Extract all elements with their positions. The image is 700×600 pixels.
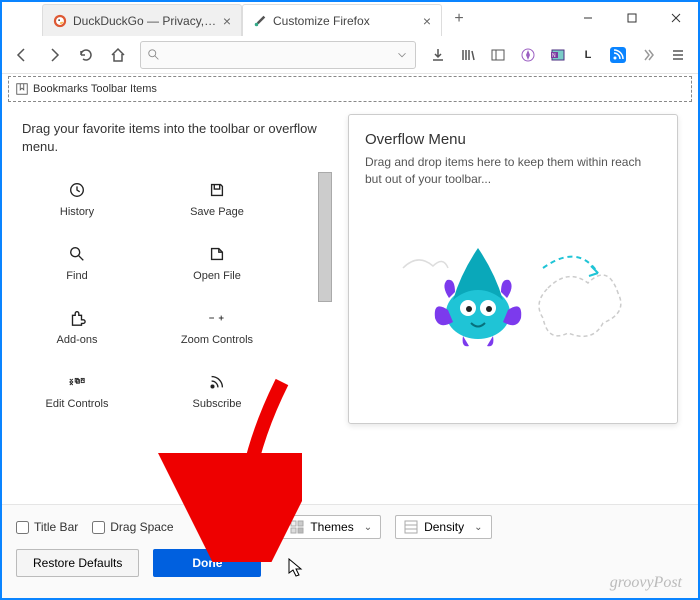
close-icon[interactable]: × xyxy=(223,13,231,29)
scrollbar[interactable] xyxy=(318,172,332,302)
overflow-title: Overflow Menu xyxy=(365,131,661,148)
reload-button[interactable] xyxy=(72,41,100,69)
history-icon xyxy=(67,180,87,200)
svg-text:N: N xyxy=(552,53,556,59)
rss-icon[interactable] xyxy=(604,41,632,69)
duck-icon xyxy=(53,14,67,28)
item-zoom[interactable]: Zoom Controls xyxy=(162,300,272,354)
titlebar-checkbox[interactable]: Title Bar xyxy=(16,520,78,534)
item-subscribe[interactable]: Subscribe xyxy=(162,364,272,418)
save-icon xyxy=(207,180,227,200)
forward-button[interactable] xyxy=(40,41,68,69)
downloads-button[interactable] xyxy=(424,41,452,69)
maximize-button[interactable] xyxy=(610,2,654,34)
close-icon[interactable]: × xyxy=(423,13,431,29)
density-icon xyxy=(404,520,418,534)
menu-button[interactable] xyxy=(664,41,692,69)
url-bar[interactable] xyxy=(140,41,416,69)
back-button[interactable] xyxy=(8,41,36,69)
available-items-pane: Drag your favorite items into the toolba… xyxy=(2,102,342,532)
chevron-down-icon: ⌄ xyxy=(474,522,482,533)
bottom-bar: Title Bar Drag Space bars⌄ Themes⌄ Densi… xyxy=(2,504,698,598)
library-button[interactable] xyxy=(454,41,482,69)
window-controls xyxy=(566,2,698,36)
puzzle-icon xyxy=(67,308,87,328)
themes-dropdown[interactable]: Themes⌄ xyxy=(281,515,381,539)
search-icon xyxy=(67,244,87,264)
instruction-text: Drag your favorite items into the toolba… xyxy=(22,120,332,156)
restore-defaults-button[interactable]: Restore Defaults xyxy=(16,549,139,577)
nav-toolbar: N L xyxy=(2,36,698,74)
edit-icon xyxy=(67,372,87,392)
toolbars-dropdown[interactable]: bars⌄ xyxy=(208,515,268,539)
cursor-icon xyxy=(288,558,304,578)
open-file-icon xyxy=(207,244,227,264)
chevron-down-icon: ⌄ xyxy=(364,522,372,533)
density-dropdown[interactable]: Density⌄ xyxy=(395,515,491,539)
swatch-icon xyxy=(290,520,304,534)
chevron-down-icon: ⌄ xyxy=(250,522,258,533)
extension-icon[interactable] xyxy=(514,41,542,69)
brush-icon xyxy=(253,14,267,28)
tab-customize[interactable]: Customize Firefox × xyxy=(242,4,442,36)
onenote-icon[interactable]: N xyxy=(544,41,572,69)
lastpass-icon[interactable]: L xyxy=(574,41,602,69)
item-save-page[interactable]: Save Page xyxy=(162,172,272,226)
item-history[interactable]: History xyxy=(22,172,132,226)
titlebar: DuckDuckGo — Privacy, sim × Customize Fi… xyxy=(2,2,698,36)
rss-icon xyxy=(207,372,227,392)
chevron-down-icon[interactable] xyxy=(395,48,409,62)
overflow-description: Drag and drop items here to keep them wi… xyxy=(365,154,661,188)
tab-strip: DuckDuckGo — Privacy, sim × Customize Fi… xyxy=(2,2,566,36)
tab-label: DuckDuckGo — Privacy, sim xyxy=(73,14,217,28)
bookmarks-label: Bookmarks Toolbar Items xyxy=(33,83,157,95)
overflow-chevron-icon[interactable] xyxy=(634,41,662,69)
item-find[interactable]: Find xyxy=(22,236,132,290)
item-open-file[interactable]: Open File xyxy=(162,236,272,290)
item-edit-controls[interactable]: Edit Controls xyxy=(22,364,132,418)
overflow-menu-panel[interactable]: Overflow Menu Drag and drop items here t… xyxy=(348,114,678,424)
customize-main: Drag your favorite items into the toolba… xyxy=(2,102,698,532)
item-addons[interactable]: Add-ons xyxy=(22,300,132,354)
done-button[interactable]: Done xyxy=(153,549,261,577)
tab-label: Customize Firefox xyxy=(273,14,417,28)
overflow-illustration xyxy=(365,218,661,358)
minimize-button[interactable] xyxy=(566,2,610,34)
new-tab-button[interactable]: + xyxy=(446,6,472,32)
sidebar-button[interactable] xyxy=(484,41,512,69)
tab-duckduckgo[interactable]: DuckDuckGo — Privacy, sim × xyxy=(42,4,242,36)
zoom-icon xyxy=(207,308,227,328)
bookmarks-toolbar-items[interactable]: Bookmarks Toolbar Items xyxy=(8,76,692,102)
close-window-button[interactable] xyxy=(654,2,698,34)
bookmark-icon xyxy=(15,82,29,96)
search-icon xyxy=(147,48,161,62)
home-button[interactable] xyxy=(104,41,132,69)
watermark: groovyPost xyxy=(610,574,682,592)
dragspace-checkbox[interactable]: Drag Space xyxy=(92,520,173,534)
